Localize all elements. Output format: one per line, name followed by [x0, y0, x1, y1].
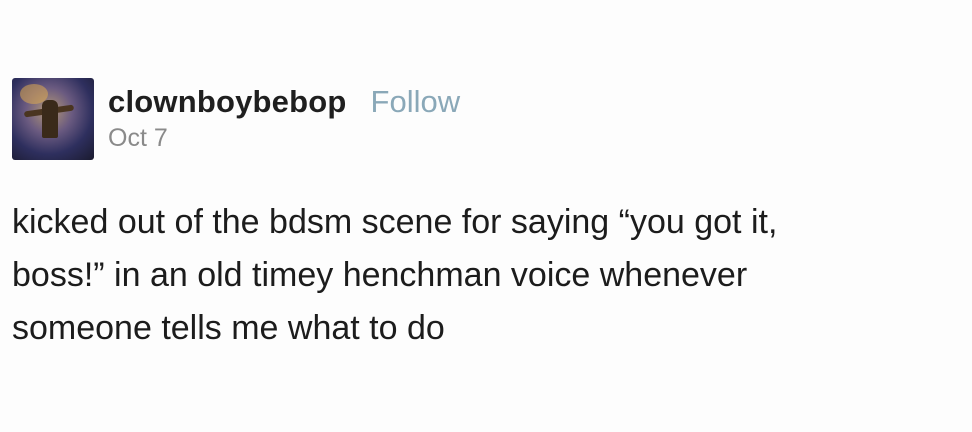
avatar[interactable] [12, 78, 94, 160]
post-date: Oct 7 [108, 124, 168, 152]
name-row: clownboybebop Follow [108, 84, 460, 120]
post-meta: clownboybebop Follow Oct 7 [108, 84, 460, 153]
tumblr-post: clownboybebop Follow Oct 7 kicked out of… [0, 0, 972, 432]
post-body-line: someone tells me what to do [12, 309, 445, 347]
post-body-line: boss!” in an old timey henchman voice wh… [12, 256, 748, 294]
avatar-figure [42, 100, 58, 138]
username-link[interactable]: clownboybebop [108, 84, 347, 120]
follow-button[interactable]: Follow [371, 84, 461, 120]
post-body-line: kicked out of the bdsm scene for saying … [12, 203, 778, 241]
post-header: clownboybebop Follow Oct 7 [12, 78, 460, 160]
post-body: kicked out of the bdsm scene for saying … [12, 196, 952, 355]
